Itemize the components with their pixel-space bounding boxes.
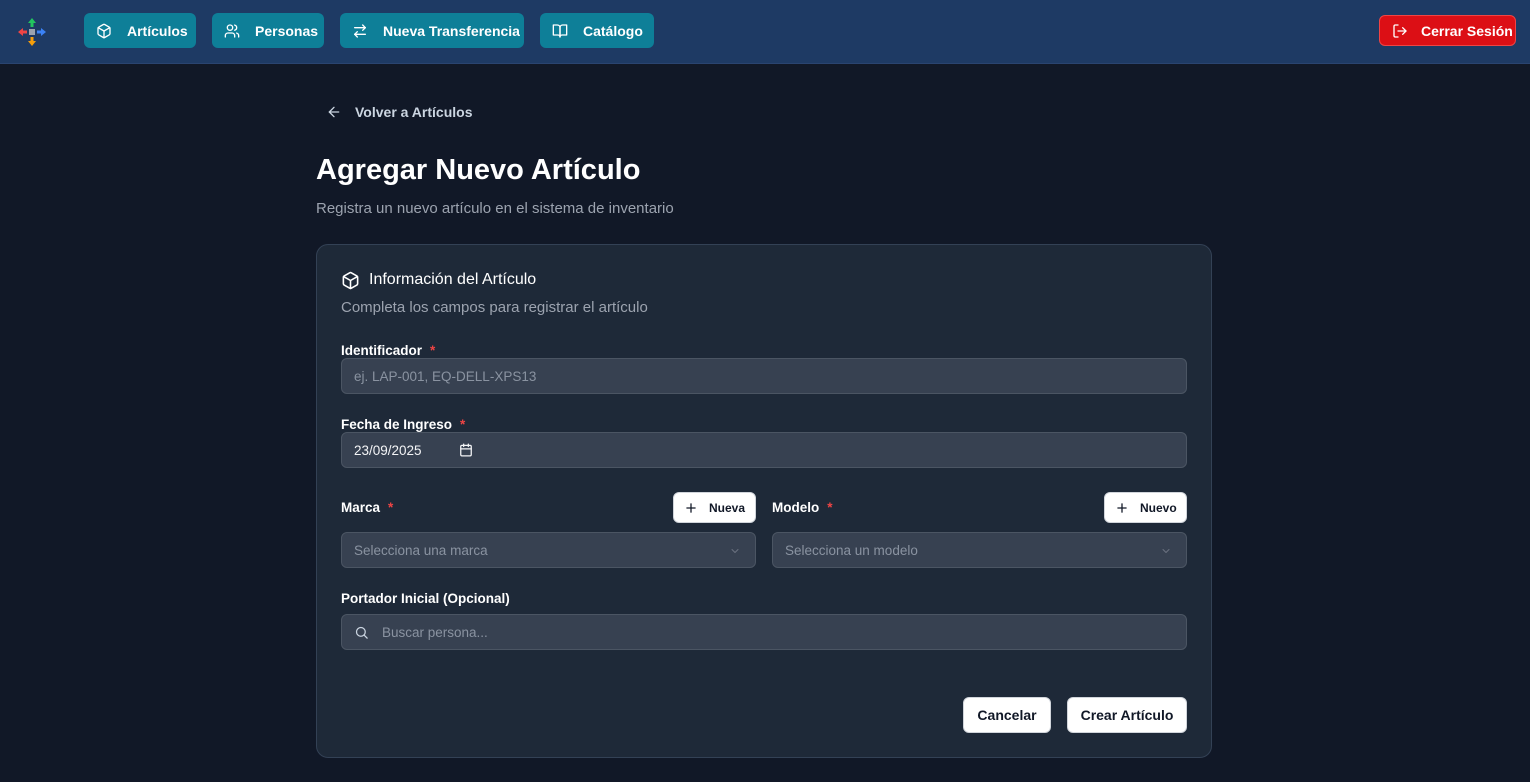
model-placeholder: Selecciona un modelo (785, 542, 918, 558)
nav-personas-label: Personas (255, 22, 319, 39)
holder-label: Portador Inicial (Opcional) (341, 591, 510, 606)
identifier-input[interactable]: ej. LAP-001, EQ-DELL-XPS13 (341, 358, 1187, 394)
page-title: Agregar Nuevo Artículo (316, 154, 641, 186)
plus-icon (1117, 502, 1127, 513)
chevron-down-icon (731, 549, 739, 553)
new-model-label: Nuevo (1140, 500, 1177, 515)
nav-articulos-label: Artículos (127, 22, 188, 39)
box-icon (97, 23, 111, 38)
search-icon (355, 626, 368, 639)
model-label: Modelo * (772, 500, 833, 515)
logout-button[interactable]: Cerrar Sesión (1379, 15, 1516, 46)
identifier-label-text: Identificador (341, 343, 423, 358)
brand-label: Marca * (341, 500, 393, 515)
new-model-button[interactable]: Nuevo (1104, 492, 1187, 523)
arrow-left-icon (328, 106, 340, 118)
nav-catalogo-button[interactable]: Catálogo (540, 13, 654, 48)
top-navigation-bar: Artículos Personas Nueva Transferencia C… (0, 0, 1530, 64)
cancel-button[interactable]: Cancelar (963, 697, 1051, 733)
calendar-icon[interactable] (459, 443, 473, 457)
required-mark: * (460, 417, 466, 432)
new-brand-button[interactable]: Nueva (673, 492, 756, 523)
logout-icon (1393, 23, 1407, 38)
card-description: Completa los campos para registrar el ar… (341, 299, 648, 316)
nav-articulos-button[interactable]: Artículos (84, 13, 196, 48)
back-link-label: Volver a Artículos (355, 104, 473, 120)
entry-date-value: 23/09/2025 (354, 442, 422, 458)
back-to-articles-link[interactable]: Volver a Artículos (326, 102, 472, 122)
plus-icon (686, 502, 696, 513)
required-mark: * (388, 500, 394, 515)
brand-select[interactable]: Selecciona una marca (341, 532, 756, 568)
transfer-icon (354, 23, 366, 38)
nav-catalogo-label: Catálogo (583, 22, 643, 39)
book-icon (552, 23, 568, 38)
brand-placeholder: Selecciona una marca (354, 542, 488, 558)
entry-date-label-text: Fecha de Ingreso (341, 417, 453, 432)
app-logo-icon[interactable] (16, 16, 48, 48)
identifier-placeholder: ej. LAP-001, EQ-DELL-XPS13 (354, 368, 537, 384)
brand-label-text: Marca (341, 500, 381, 515)
create-article-button[interactable]: Crear Artículo (1067, 697, 1187, 733)
model-select[interactable]: Selecciona un modelo (772, 532, 1187, 568)
nav-nueva-transferencia-label: Nueva Transferencia (383, 22, 520, 39)
holder-placeholder: Buscar persona... (382, 624, 488, 640)
identifier-label: Identificador * (341, 343, 435, 358)
required-mark: * (827, 500, 833, 515)
page-subtitle: Registra un nuevo artículo en el sistema… (316, 200, 674, 217)
entry-date-input[interactable]: 23/09/2025 (341, 432, 1187, 468)
new-brand-label: Nueva (709, 500, 746, 515)
required-mark: * (430, 343, 436, 358)
holder-search-input[interactable]: Buscar persona... (341, 614, 1187, 650)
card-title: Información del Artículo (341, 270, 536, 290)
model-label-text: Modelo (772, 500, 820, 515)
card-title-label: Información del Artículo (369, 271, 537, 288)
article-form-card: Información del Artículo Completa los ca… (316, 244, 1212, 758)
nav-nueva-transferencia-button[interactable]: Nueva Transferencia (340, 13, 524, 48)
logout-label: Cerrar Sesión (1421, 22, 1513, 39)
chevron-down-icon (1162, 549, 1170, 553)
users-icon (224, 23, 240, 38)
nav-personas-button[interactable]: Personas (212, 13, 324, 48)
entry-date-label: Fecha de Ingreso * (341, 417, 465, 432)
box-icon (342, 271, 359, 289)
